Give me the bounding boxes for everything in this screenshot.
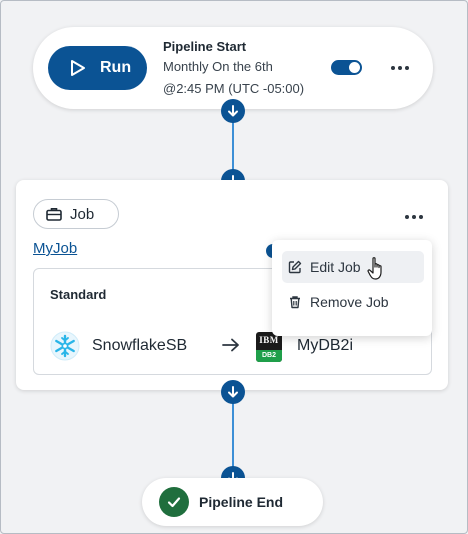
schedule-frequency: Monthly On the 6th [163, 59, 273, 74]
pipeline-enabled-toggle[interactable] [331, 60, 362, 75]
pipeline-start-title: Pipeline Start [163, 39, 247, 54]
hand-cursor-icon [367, 257, 382, 280]
menu-item-remove-job[interactable]: Remove Job [282, 286, 424, 318]
pipeline-end-label: Pipeline End [199, 494, 284, 510]
job-mode-label: Standard [50, 287, 107, 302]
run-button[interactable]: Run [48, 46, 147, 90]
destination-connection-label: MyDB2i [297, 337, 354, 354]
pipeline-end-card: Pipeline End [142, 478, 323, 526]
briefcase-icon [46, 208, 62, 221]
connector-arrow-icon[interactable] [221, 380, 245, 404]
menu-item-edit-job[interactable]: Edit Job [282, 251, 424, 283]
pipeline-start-card: Run Pipeline Start Monthly On the 6th @2… [33, 27, 433, 109]
schedule-time: @2:45 PM (UTC -05:00) [163, 81, 305, 96]
source-connection-label: SnowflakeSB [92, 337, 188, 354]
run-button-label: Run [100, 59, 132, 76]
check-circle-icon [159, 487, 189, 517]
connector-arrow-icon[interactable] [221, 99, 245, 123]
snowflake-icon [50, 331, 80, 361]
toggle-knob [349, 62, 360, 73]
ibm-db2-icon: IBM DB2 [256, 332, 282, 362]
arrow-right-icon [222, 338, 239, 352]
pencil-square-icon [288, 260, 302, 274]
job-type-chip: Job [33, 199, 119, 229]
trash-icon [290, 296, 300, 309]
menu-item-label: Remove Job [310, 294, 389, 310]
pipeline-more-options-icon[interactable] [391, 66, 409, 70]
job-more-options-icon[interactable] [405, 215, 423, 219]
job-context-menu: Edit Job Remove Job [272, 240, 432, 336]
job-name-link[interactable]: MyJob [33, 240, 77, 257]
menu-item-label: Edit Job [310, 259, 361, 275]
play-icon [71, 60, 85, 76]
job-type-label: Job [70, 205, 95, 223]
